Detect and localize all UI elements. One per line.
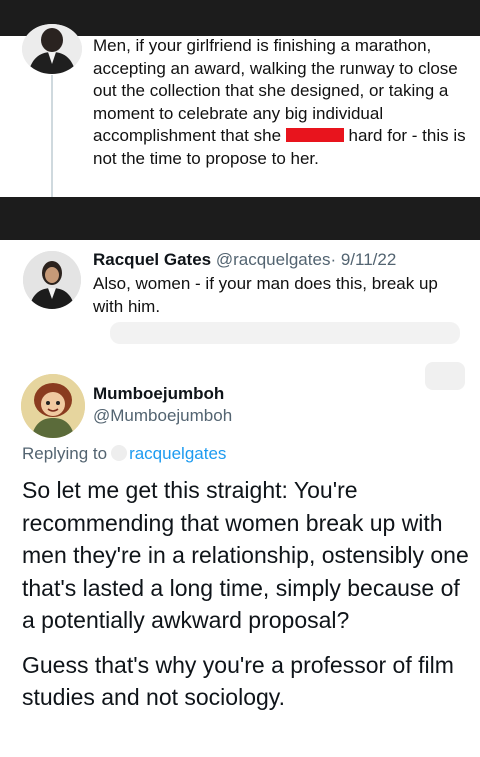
- tweet2-date[interactable]: · 9/11/22: [330, 250, 396, 269]
- person-avatar-icon: [23, 251, 81, 309]
- replying-to-label: Replying to: [22, 444, 108, 463]
- avatar-mumboejumboh[interactable]: [21, 374, 85, 438]
- replying-to-mention[interactable]: racquelgates: [129, 444, 226, 463]
- tweet3-author-name[interactable]: Mumboejumboh: [93, 384, 224, 404]
- tweet3-author-handle[interactable]: @Mumboejumboh: [93, 406, 232, 426]
- tweet2-author-name[interactable]: Racquel Gates: [93, 250, 211, 269]
- middle-dark-bar: [0, 197, 480, 240]
- tweet3-paragraph-2: Guess that's why you're a professor of f…: [22, 651, 454, 711]
- tweet2-header: Racquel Gates @racquelgates· 9/11/22: [93, 248, 473, 272]
- thread-connector-line: [51, 75, 53, 197]
- replying-to-line: Replying to racquelgates: [22, 444, 226, 464]
- avatar-racquel-gates[interactable]: [23, 251, 81, 309]
- avatar-racquel-gates-top[interactable]: [22, 24, 82, 74]
- cartoon-avatar-icon: [21, 374, 85, 438]
- tweet2-author-handle[interactable]: @racquelgates: [216, 250, 331, 269]
- blurred-area: [110, 322, 460, 344]
- tweet1-text: Men, if your girlfriend is finishing a m…: [93, 35, 468, 170]
- person-avatar-icon: [22, 24, 82, 74]
- tweet2-text: Also, women - if your man does this, bre…: [93, 274, 438, 316]
- tweet3-paragraph-1: So let me get this straight: You're reco…: [22, 477, 469, 633]
- tweet3-body: So let me get this straight: You're reco…: [22, 474, 472, 726]
- redaction-bar: [285, 128, 344, 142]
- blurred-at-symbol: [111, 445, 128, 461]
- blurred-area-small: [425, 362, 465, 390]
